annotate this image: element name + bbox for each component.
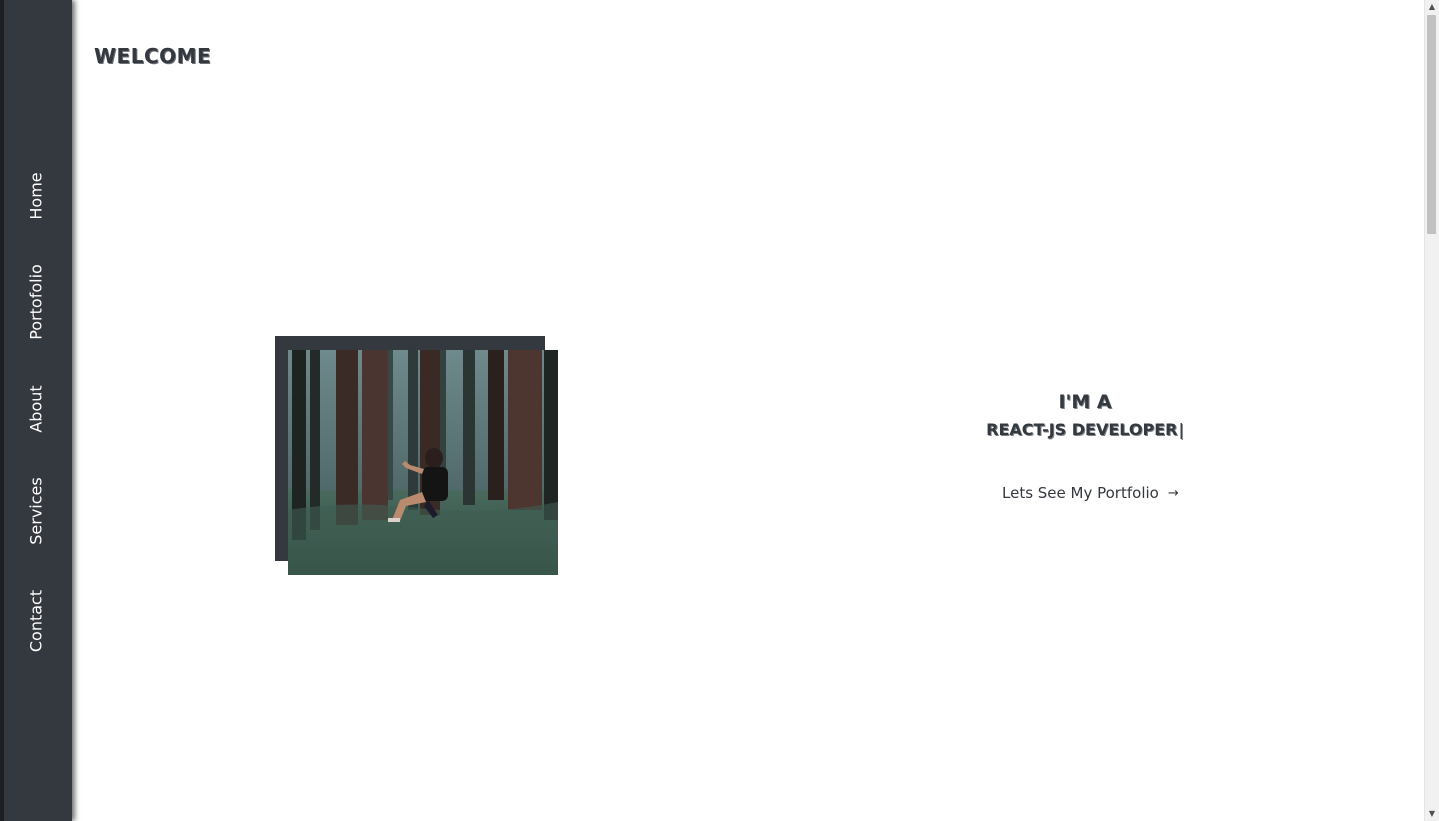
sidebar-item-about[interactable]: About bbox=[27, 385, 46, 432]
scroll-up-arrow-icon[interactable]: ▲ bbox=[1425, 0, 1439, 14]
sidebar-item-home[interactable]: Home bbox=[27, 172, 46, 219]
sidebar-item-contact[interactable]: Contact bbox=[27, 590, 46, 652]
sidebar-item-services[interactable]: Services bbox=[27, 477, 46, 544]
sidebar-nav: Home Portofolio About Services Contact bbox=[0, 0, 72, 821]
hero-line-im-a: I'M A bbox=[1058, 391, 1112, 413]
see-portfolio-link[interactable]: Lets See My Portfolio → bbox=[1002, 484, 1179, 502]
hero-line-role: REACT-JS DEVELOPER| bbox=[930, 416, 1240, 444]
scroll-down-arrow-icon[interactable]: ▼ bbox=[1425, 807, 1439, 821]
profile-photo bbox=[288, 350, 558, 575]
page: Home Portofolio About Services Contact W… bbox=[0, 0, 1439, 821]
hero-headline: I'M A REACT-JS DEVELOPER| bbox=[930, 388, 1240, 444]
see-portfolio-label: Lets See My Portfolio bbox=[1002, 484, 1159, 502]
scrollbar-thumb[interactable] bbox=[1427, 15, 1436, 234]
sidebar-item-portofolio[interactable]: Portofolio bbox=[27, 264, 46, 340]
arrow-right-icon: → bbox=[1167, 485, 1179, 501]
sidebar-edge bbox=[0, 0, 4, 821]
typing-cursor: | bbox=[1178, 420, 1184, 439]
vertical-scrollbar[interactable]: ▲ ▼ bbox=[1424, 0, 1439, 821]
welcome-title: WELCOME bbox=[94, 44, 212, 68]
hero-role-text: REACT-JS DEVELOPER bbox=[986, 420, 1178, 439]
forest-photo-illustration bbox=[288, 350, 558, 575]
